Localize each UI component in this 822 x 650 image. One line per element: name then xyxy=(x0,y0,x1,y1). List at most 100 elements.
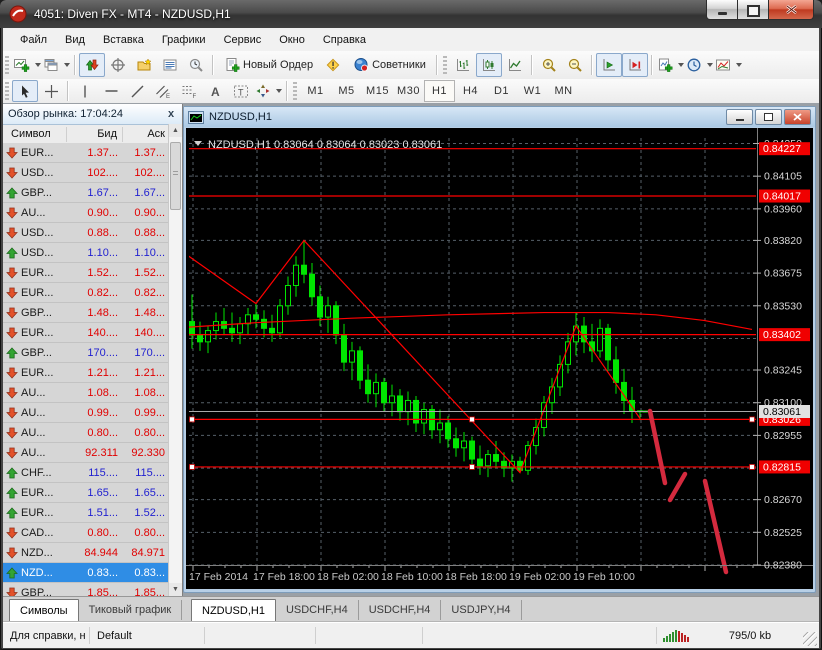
symbol-row[interactable]: EUR... 140.... 140.... xyxy=(3,323,169,343)
timeframe-m30[interactable]: M30 xyxy=(393,80,424,102)
symbol-row[interactable]: EUR... 1.21... 1.21... xyxy=(3,363,169,383)
menu-item[interactable]: Окно xyxy=(270,31,314,49)
symbol-row[interactable]: AU... 1.08... 1.08... xyxy=(3,383,169,403)
chart-minimize-button[interactable] xyxy=(726,109,753,125)
chart-restore-button[interactable] xyxy=(755,109,782,125)
timeframe-d1[interactable]: D1 xyxy=(486,80,517,102)
scroll-down-icon[interactable]: ▼ xyxy=(169,583,182,596)
data-window-button[interactable] xyxy=(105,53,131,77)
timeframe-w1[interactable]: W1 xyxy=(517,80,548,102)
auto-scroll-button[interactable] xyxy=(595,53,622,77)
symbol-row[interactable]: EUR... 1.51... 1.52... xyxy=(3,503,169,523)
timeframe-m15[interactable]: M15 xyxy=(362,80,393,102)
periods-button[interactable] xyxy=(685,53,714,77)
chart-canvas[interactable]: 17 Feb 2014 17 Feb 18:00 18 Feb 02:00 18 Fe… xyxy=(186,128,813,589)
menu-item[interactable]: Вид xyxy=(56,31,94,49)
terminal-button[interactable] xyxy=(157,53,183,77)
chart-tab[interactable]: USDCHF,H4 xyxy=(276,600,359,620)
text-label-button[interactable]: T xyxy=(228,80,254,102)
zoom-out-button[interactable] xyxy=(562,53,588,77)
text-button[interactable]: A xyxy=(202,80,228,102)
market-watch-tab[interactable]: Тиковый график xyxy=(79,600,183,620)
line-chart-button[interactable] xyxy=(502,53,528,77)
market-watch-column-headers[interactable]: Символ Бид Аск xyxy=(3,125,182,145)
symbol-row[interactable]: CHF... 115.... 115.... xyxy=(3,463,169,483)
timeframe-h4[interactable]: H4 xyxy=(455,80,486,102)
new-order-button[interactable]: Новый Ордер xyxy=(217,53,320,77)
chart-close-button[interactable] xyxy=(784,109,811,125)
menu-item[interactable]: Сервис xyxy=(215,31,271,49)
fibonacci-button[interactable]: F xyxy=(176,80,202,102)
profiles-button[interactable] xyxy=(42,53,71,77)
symbol-row[interactable]: GBP... 1.85... 1.85... xyxy=(3,583,169,596)
chart-tab[interactable]: NZDUSD,H1 xyxy=(191,599,276,622)
symbol-row[interactable]: EUR... 1.65... 1.65... xyxy=(3,483,169,503)
strategy-tester-button[interactable] xyxy=(183,53,209,77)
symbol-row[interactable]: GBP... 1.48... 1.48... xyxy=(3,303,169,323)
title-bar[interactable]: 4051: Diven FX - MT4 - NZDUSD,H1 xyxy=(0,0,822,28)
column-symbol[interactable]: Символ xyxy=(3,127,67,142)
symbol-row[interactable]: NZD... 0.83... 0.83... xyxy=(3,563,169,583)
menu-item[interactable]: Справка xyxy=(314,31,375,49)
market-watch-header[interactable]: Обзор рынка: 17:04:24 x xyxy=(3,104,182,125)
toolbar-drag-handle[interactable] xyxy=(5,56,9,74)
symbol-row[interactable]: CAD... 0.80... 0.80... xyxy=(3,523,169,543)
navigator-button[interactable] xyxy=(131,53,157,77)
market-watch-close-icon[interactable]: x xyxy=(165,108,177,120)
metaeditor-button[interactable] xyxy=(320,53,346,77)
toolbar-drag-handle[interactable] xyxy=(5,82,9,100)
templates-button[interactable] xyxy=(714,53,743,77)
menu-item[interactable]: Вставка xyxy=(94,31,153,49)
symbol-row[interactable]: GBP... 1.67... 1.67... xyxy=(3,183,169,203)
timeframe-m5[interactable]: M5 xyxy=(331,80,362,102)
autotrading-button[interactable]: Советники xyxy=(346,53,433,77)
scrollbar-thumb[interactable] xyxy=(170,142,181,210)
menu-item[interactable]: Файл xyxy=(11,31,56,49)
symbol-row[interactable]: USD... 0.88... 0.88... xyxy=(3,223,169,243)
toolbar-drag-handle[interactable] xyxy=(442,56,447,74)
symbol-row[interactable]: USD... 1.10... 1.10... xyxy=(3,243,169,263)
bar-chart-button[interactable] xyxy=(450,53,476,77)
vertical-line-button[interactable] xyxy=(72,80,98,102)
symbol-row[interactable]: AU... 0.90... 0.90... xyxy=(3,203,169,223)
market-watch-toggle-button[interactable] xyxy=(79,53,105,77)
chart-shift-button[interactable] xyxy=(621,53,648,77)
trendline-button[interactable] xyxy=(124,80,150,102)
scroll-up-icon[interactable]: ▲ xyxy=(169,124,182,137)
indicators-button[interactable] xyxy=(656,53,685,77)
symbol-row[interactable]: AU... 92.311 92.330 xyxy=(3,443,169,463)
timeframe-mn[interactable]: MN xyxy=(548,80,579,102)
symbol-row[interactable]: AU... 0.80... 0.80... xyxy=(3,423,169,443)
toolbar-drag-handle[interactable] xyxy=(293,82,297,100)
symbol-row[interactable]: NZD... 84.944 84.971 xyxy=(3,543,169,563)
symbol-row[interactable]: USD... 102.... 102.... xyxy=(3,163,169,183)
symbol-row[interactable]: EUR... 1.37... 1.37... xyxy=(3,143,169,163)
chart-tab[interactable]: USDCHF,H4 xyxy=(359,600,442,620)
market-watch-scrollbar[interactable]: ▲ ▼ xyxy=(168,124,182,596)
candlesticks-button[interactable] xyxy=(475,53,502,77)
zoom-in-button[interactable] xyxy=(536,53,562,77)
equidistant-channel-button[interactable]: E xyxy=(150,80,176,102)
symbol-row[interactable]: EUR... 1.52... 1.52... xyxy=(3,263,169,283)
close-button[interactable] xyxy=(768,0,814,20)
timeframe-m1[interactable]: M1 xyxy=(300,80,331,102)
menu-item[interactable]: Графики xyxy=(153,31,215,49)
cursor-button[interactable] xyxy=(12,80,38,102)
column-bid[interactable]: Бид xyxy=(67,127,123,142)
market-watch-tab[interactable]: Символы xyxy=(9,599,79,622)
symbol-row[interactable]: EUR... 0.82... 0.82... xyxy=(3,283,169,303)
restore-button[interactable] xyxy=(737,0,769,20)
timeframe-h1[interactable]: H1 xyxy=(424,80,455,102)
column-ask[interactable]: Аск xyxy=(123,127,169,142)
chart-tab[interactable]: USDJPY,H4 xyxy=(441,600,522,620)
crosshair-button[interactable] xyxy=(38,80,64,102)
resize-grip[interactable] xyxy=(803,631,817,646)
new-chart-button[interactable] xyxy=(12,53,42,77)
arrow-objects-button[interactable] xyxy=(254,80,283,102)
chart-window-titlebar[interactable]: NZDUSD,H1 xyxy=(184,107,815,127)
status-profile[interactable]: Default xyxy=(90,627,205,644)
horizontal-line-button[interactable] xyxy=(98,80,124,102)
symbol-row[interactable]: AU... 0.99... 0.99... xyxy=(3,403,169,423)
minimize-button[interactable] xyxy=(706,0,738,20)
symbol-row[interactable]: GBP... 170.... 170.... xyxy=(3,343,169,363)
